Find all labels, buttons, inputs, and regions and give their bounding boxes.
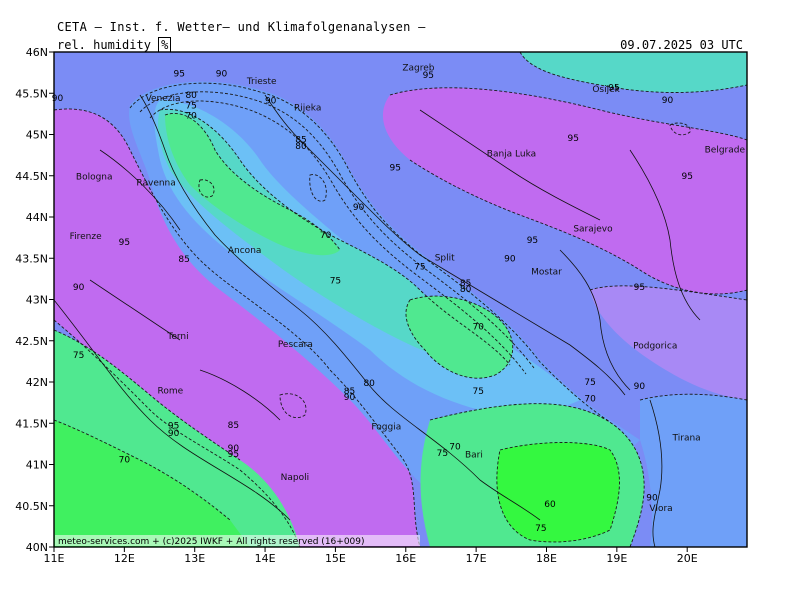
city-label: Bologna <box>76 173 113 183</box>
contour-value-label: 80 <box>363 379 375 389</box>
contour-value-label: 90 <box>344 393 356 403</box>
city-label: Mostar <box>531 267 562 277</box>
field-albania-blue <box>640 394 747 547</box>
city-label: Rijeka <box>294 103 321 113</box>
y-tick-label: 41N <box>26 459 48 472</box>
city-label: Ravenna <box>136 178 175 188</box>
contour-value-label: 95 <box>567 134 578 144</box>
contour-value-label: 95 <box>608 83 619 93</box>
x-tick-label: 12E <box>114 552 135 565</box>
contour-value-label: 60 <box>544 500 556 510</box>
contour-value-label: 70 <box>449 442 461 452</box>
contour-value-label: 90 <box>52 94 64 104</box>
contour-value-label: 95 <box>174 69 185 79</box>
city-label: Bari <box>465 451 483 461</box>
city-label: Sarajevo <box>573 225 613 235</box>
city-label: Terni <box>166 332 188 342</box>
contour-value-label: 75 <box>330 277 341 287</box>
contour-value-label: 75 <box>535 524 546 534</box>
contour-value-label: 90 <box>168 429 180 439</box>
contour-value-label: 75 <box>473 387 484 397</box>
y-tick-label: 43.5N <box>15 252 48 265</box>
contour-value-label: 70 <box>473 323 485 333</box>
contour-value-label: 80 <box>295 142 307 152</box>
x-tick-label: 20E <box>677 552 698 565</box>
contour-value-label: 95 <box>634 283 645 293</box>
field-south-bright <box>496 442 620 542</box>
y-tick-label: 40.5N <box>15 500 48 513</box>
contour-value-label: 90 <box>504 254 516 264</box>
contour-value-label: 95 <box>527 236 538 246</box>
city-label: Rome <box>158 386 184 396</box>
contour-value-label: 90 <box>646 494 658 504</box>
x-tick-label: 15E <box>325 552 346 565</box>
city-label: Podgorica <box>633 342 677 352</box>
contour-value-label: 95 <box>389 164 400 174</box>
y-tick-label: 45.5N <box>15 87 48 100</box>
x-tick-label: 18E <box>536 552 557 565</box>
humidity-map: 11E 12E 13E 14E 15E 16E 17E 18E 19E 20E46N45.5N45… <box>15 46 748 565</box>
y-tick-label: 45N <box>26 129 48 142</box>
contour-value-label: 75 <box>185 102 196 112</box>
y-tick-label: 42.5N <box>15 335 48 348</box>
city-label: Belgrade <box>705 145 746 155</box>
contour-value-label: 70 <box>320 231 332 241</box>
contour-value-label: 95 <box>228 450 239 460</box>
contour-value-label: 75 <box>73 351 84 361</box>
y-tick-label: 46N <box>26 46 48 59</box>
x-tick-label: 17E <box>466 552 487 565</box>
y-tick-label: 44.5N <box>15 170 48 183</box>
contour-value-label: 85 <box>178 255 189 265</box>
city-label: Venezia <box>146 94 181 104</box>
contour-value-label: 90 <box>634 382 646 392</box>
contour-value-label: 70 <box>185 112 197 122</box>
y-tick-label: 44N <box>26 211 48 224</box>
contour-value-label: 90 <box>353 203 365 213</box>
contour-value-label: 70 <box>119 456 131 466</box>
city-label: Napoli <box>281 473 309 483</box>
contour-value-label: 95 <box>681 172 692 182</box>
city-label: Ancona <box>228 246 262 256</box>
contour-value-label: 90 <box>216 69 228 79</box>
contour-value-label: 75 <box>437 449 448 459</box>
city-label: Vlora <box>649 504 672 514</box>
map-field <box>54 52 747 547</box>
x-tick-label: 14E <box>255 552 276 565</box>
x-tick-label: 19E <box>606 552 627 565</box>
y-tick-label: 43N <box>26 294 48 307</box>
contour-value-label: 95 <box>119 238 130 248</box>
city-label: Trieste <box>246 77 277 87</box>
city-label: Firenze <box>70 232 102 242</box>
y-tick-label: 42N <box>26 376 48 389</box>
city-label: Split <box>435 253 455 263</box>
contour-value-label: 90 <box>662 96 674 106</box>
contour-value-label: 75 <box>414 263 425 273</box>
city-label: Pescara <box>278 340 313 350</box>
contour-value-label: 95 <box>423 71 434 81</box>
x-tick-label: 16E <box>395 552 416 565</box>
x-tick-label: 13E <box>184 552 205 565</box>
contour-value-label: 85 <box>228 421 239 431</box>
contour-value-label: 90 <box>265 97 277 107</box>
y-tick-label: 41.5N <box>15 417 48 430</box>
contour-value-label: 70 <box>584 395 596 405</box>
contour-value-label: 80 <box>185 91 197 101</box>
city-label: Foggia <box>371 423 401 433</box>
copyright-footer: meteo-services.com + (c)2025 IWKF + All … <box>58 537 365 547</box>
y-tick-label: 40N <box>26 541 48 554</box>
city-label: Banja Luka <box>487 149 536 159</box>
contour-value-label: 80 <box>460 285 472 295</box>
contour-value-label: 90 <box>73 283 85 293</box>
contour-value-label: 75 <box>584 378 595 388</box>
city-label: Tirana <box>672 433 701 443</box>
